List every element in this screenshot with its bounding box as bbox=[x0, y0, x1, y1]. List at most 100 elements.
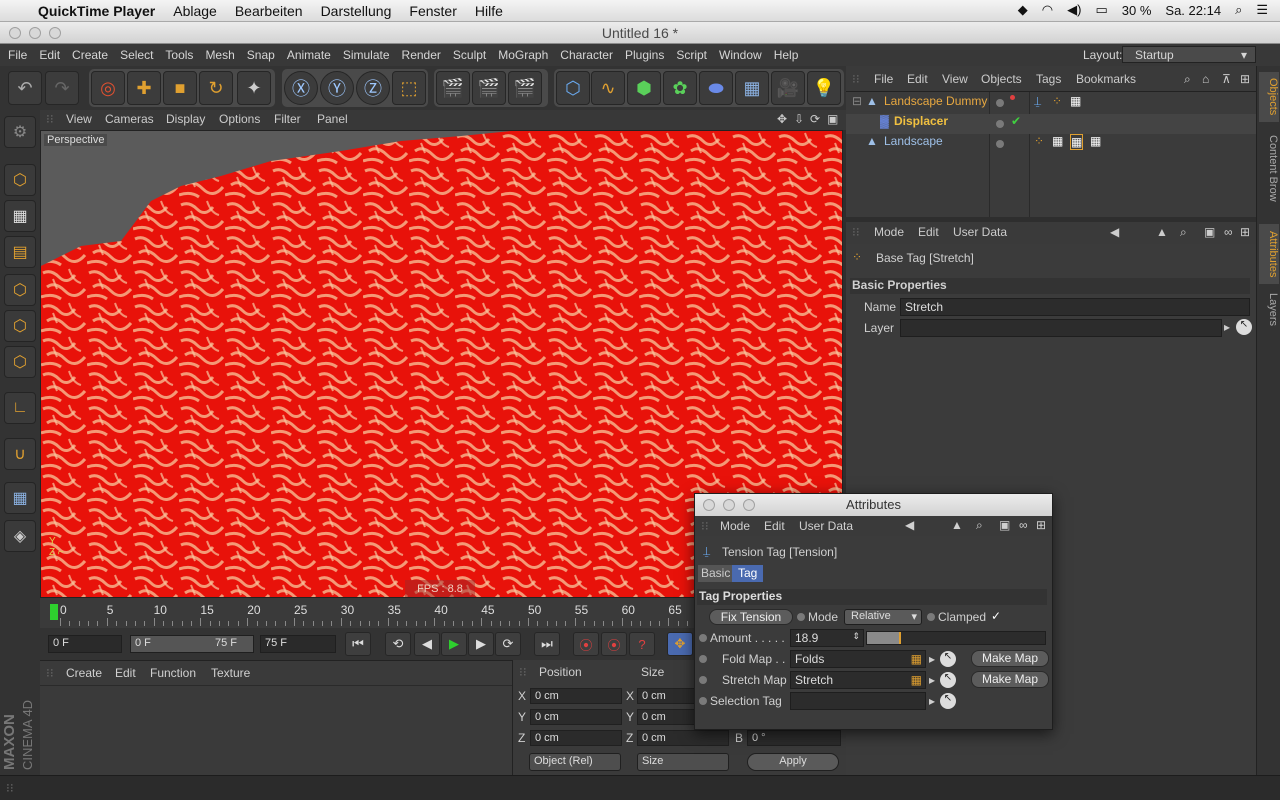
texture-tag-icon[interactable]: ▦ bbox=[1070, 94, 1081, 108]
camera-button[interactable]: 🎥 bbox=[771, 71, 805, 105]
tab-basic[interactable]: Basic bbox=[698, 565, 734, 582]
current-frame-field[interactable]: 0 F bbox=[48, 635, 122, 653]
texture-mode-button[interactable]: ▦ bbox=[4, 200, 36, 232]
clamped-checkbox[interactable]: ✓ bbox=[991, 609, 1001, 623]
arrow-right-icon[interactable]: ▸ bbox=[929, 694, 935, 708]
obj-menu-bookmarks[interactable]: Bookmarks bbox=[1076, 72, 1136, 86]
menu-mograph[interactable]: MoGraph bbox=[498, 48, 548, 62]
pick-icon[interactable]: ↖ bbox=[940, 672, 956, 688]
environment-button[interactable]: ▦ bbox=[735, 71, 769, 105]
pick-icon[interactable]: ↖ bbox=[1236, 319, 1252, 335]
volume-icon[interactable]: ◀) bbox=[1067, 2, 1081, 18]
tab-objects[interactable]: Objects bbox=[1259, 72, 1279, 122]
deformer-button[interactable]: ⬬ bbox=[699, 71, 733, 105]
back-icon[interactable]: ◀ bbox=[905, 518, 914, 532]
obj-menu-view[interactable]: View bbox=[942, 72, 968, 86]
up-icon[interactable]: ⊼ bbox=[1222, 72, 1231, 86]
model-mode-button[interactable]: ⬡ bbox=[4, 164, 36, 196]
play-icon[interactable]: ▶ bbox=[441, 632, 467, 656]
arrow-right-icon[interactable]: ▸ bbox=[1224, 320, 1230, 334]
make-editable-button[interactable]: ⚙ bbox=[4, 116, 36, 148]
attr-menu-mode[interactable]: Mode bbox=[874, 225, 904, 239]
viewport-menu-panel[interactable]: Panel bbox=[317, 112, 348, 126]
float-menu-userdata[interactable]: User Data bbox=[799, 519, 853, 533]
preview-range-slider[interactable]: 0 F 75 F bbox=[130, 635, 254, 653]
autokey-icon[interactable]: ⦿ bbox=[601, 632, 627, 656]
arrow-right-icon[interactable]: ▸ bbox=[929, 673, 935, 687]
edges-mode-button[interactable]: ⬡ bbox=[4, 310, 36, 342]
mat-menu-edit[interactable]: Edit bbox=[115, 666, 136, 680]
stretchmap-field[interactable]: Stretch ▦ bbox=[790, 671, 926, 689]
menu-select[interactable]: Select bbox=[120, 48, 153, 62]
light-button[interactable]: 💡 bbox=[807, 71, 841, 105]
prev-key-icon[interactable]: ⟲ bbox=[385, 632, 411, 656]
viewport-menu-display[interactable]: Display bbox=[166, 112, 205, 126]
locked-workplane-button[interactable]: ◈ bbox=[4, 520, 36, 552]
axis-mode-button[interactable]: ∟ bbox=[4, 392, 36, 424]
link-icon[interactable]: ∞ bbox=[1019, 518, 1028, 532]
notification-icon[interactable]: ☰ bbox=[1256, 2, 1268, 18]
make-stretchmap-button[interactable]: Make Map bbox=[971, 671, 1049, 688]
visibility-editor-dot[interactable] bbox=[996, 140, 1004, 148]
render-picture-viewer-button[interactable]: 🎬 bbox=[472, 71, 506, 105]
new-window-icon[interactable]: ⊞ bbox=[1240, 72, 1250, 86]
home-icon[interactable]: ⌂ bbox=[1202, 72, 1209, 86]
stretch-tag-icon[interactable]: ⁘ bbox=[1052, 94, 1062, 108]
battery-icon[interactable]: ▭ bbox=[1095, 2, 1107, 18]
coordinate-system-button[interactable]: ⬚ bbox=[392, 71, 426, 105]
stepper-icon[interactable]: ⇕ bbox=[852, 631, 860, 642]
layer-field[interactable] bbox=[900, 319, 1222, 337]
menu-sculpt[interactable]: Sculpt bbox=[453, 48, 486, 62]
object-row-landscape-dummy[interactable]: ⊟ ▲ Landscape Dummy ⍊ ⁘ ▦ bbox=[846, 94, 1256, 114]
move-tool-button[interactable]: ✚ bbox=[127, 71, 161, 105]
lock-icon[interactable]: ▣ bbox=[999, 518, 1010, 532]
fix-tension-button[interactable]: Fix Tension bbox=[709, 609, 793, 625]
menu-window[interactable]: Window bbox=[719, 48, 762, 62]
prev-frame-icon[interactable]: ◀ bbox=[414, 632, 440, 656]
recent-tool-button[interactable]: ✦ bbox=[237, 71, 271, 105]
texture-tag-icon[interactable]: ▦ bbox=[1052, 134, 1063, 148]
menu-ablage[interactable]: Ablage bbox=[173, 3, 217, 19]
x-axis-lock-button[interactable]: Ⓧ bbox=[284, 71, 318, 105]
undo-button[interactable]: ↶ bbox=[8, 71, 42, 105]
menu-simulate[interactable]: Simulate bbox=[343, 48, 390, 62]
app-menu[interactable]: QuickTime Player bbox=[38, 3, 155, 19]
points-mode-button[interactable]: ⬡ bbox=[4, 274, 36, 306]
arrow-right-icon[interactable]: ▸ bbox=[929, 652, 935, 666]
mode-select[interactable]: Relative ▾ bbox=[844, 609, 922, 625]
scale-tool-button[interactable]: ■ bbox=[163, 71, 197, 105]
redo-button[interactable]: ↷ bbox=[45, 71, 79, 105]
end-frame-field[interactable]: 75 F bbox=[260, 635, 336, 653]
z-axis-lock-button[interactable]: Ⓩ bbox=[356, 71, 390, 105]
spline-button[interactable]: ∿ bbox=[591, 71, 625, 105]
clamped-anim-dot[interactable] bbox=[927, 613, 935, 621]
visibility-editor-dot[interactable] bbox=[996, 120, 1004, 128]
pick-icon[interactable]: ↖ bbox=[940, 693, 956, 709]
texture-tag-selected-icon[interactable]: ▦ bbox=[1070, 134, 1084, 150]
live-selection-button[interactable]: ◎ bbox=[91, 71, 125, 105]
close-window-button[interactable] bbox=[9, 27, 21, 39]
attr-menu-edit[interactable]: Edit bbox=[918, 225, 939, 239]
obj-menu-file[interactable]: File bbox=[874, 72, 893, 86]
menu-bearbeiten[interactable]: Bearbeiten bbox=[235, 3, 303, 19]
object-row-displacer[interactable]: ▓ Displacer ✔ bbox=[846, 114, 1256, 134]
pos-y-field[interactable]: 0 cm bbox=[530, 709, 622, 725]
floating-window-titlebar[interactable]: Attributes bbox=[695, 494, 1052, 516]
menu-plugins[interactable]: Plugins bbox=[625, 48, 664, 62]
apply-button[interactable]: Apply bbox=[747, 753, 839, 771]
amount-field[interactable]: 18.9 ⇕ bbox=[790, 629, 864, 647]
snap-button[interactable]: ∪ bbox=[4, 438, 36, 470]
dolly-view-icon[interactable]: ⇩ bbox=[794, 112, 804, 126]
search-icon[interactable]: ⌕ bbox=[1184, 72, 1191, 87]
attr-menu-userdata[interactable]: User Data bbox=[953, 225, 1007, 239]
viewport-menu-view[interactable]: View bbox=[66, 112, 92, 126]
playhead[interactable] bbox=[50, 604, 58, 620]
tab-attributes[interactable]: Attributes bbox=[1259, 224, 1279, 284]
new-window-icon[interactable]: ⊞ bbox=[1240, 225, 1250, 239]
menu-darstellung[interactable]: Darstellung bbox=[321, 3, 392, 19]
menu-hilfe[interactable]: Hilfe bbox=[475, 3, 503, 19]
visibility-editor-dot[interactable] bbox=[996, 99, 1004, 107]
render-view-button[interactable]: 🎬 bbox=[436, 71, 470, 105]
menu-create[interactable]: Create bbox=[72, 48, 108, 62]
tab-layers[interactable]: Layers bbox=[1259, 290, 1279, 330]
